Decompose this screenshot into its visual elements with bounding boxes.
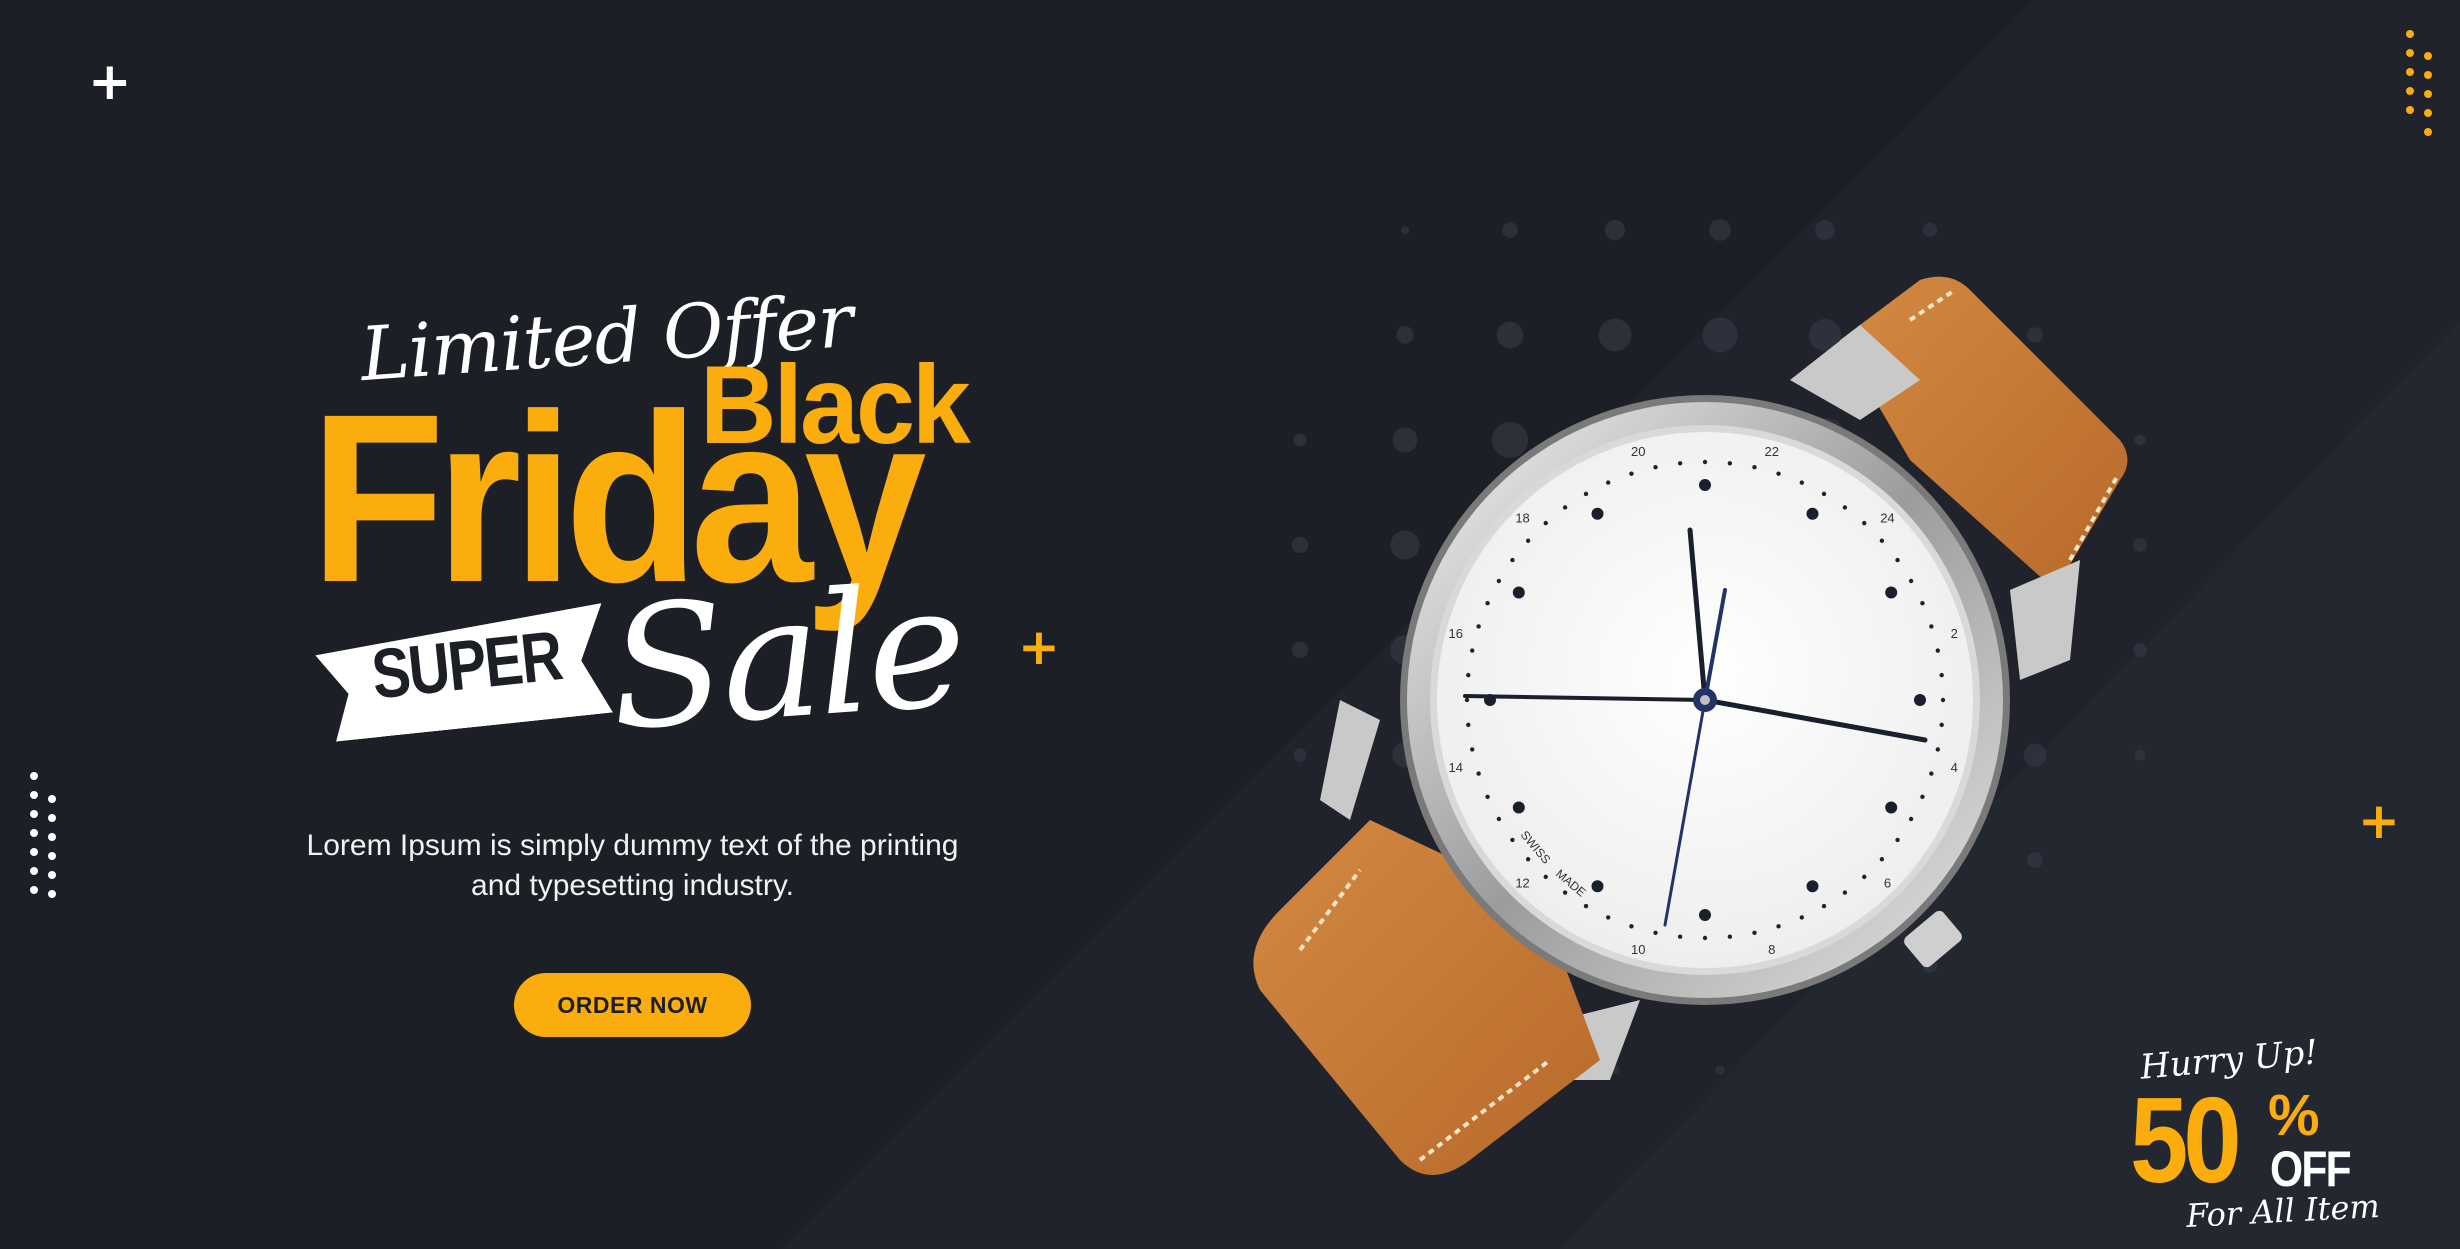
dial-numeral: 20 (1631, 444, 1645, 459)
plus-icon: + (88, 52, 132, 112)
dotted-line-decoration (30, 772, 38, 905)
description-text: Lorem Ipsum is simply dummy text of the … (306, 829, 959, 902)
dial-numeral: 4 (1951, 760, 1958, 775)
discount-value: 50 (2130, 1072, 2242, 1208)
dotted-line-decoration (2406, 30, 2414, 125)
dial-numeral: 24 (1880, 511, 1894, 526)
dial-numeral: 16 (1449, 626, 1463, 641)
order-now-button[interactable]: ORDER NOW (514, 973, 751, 1037)
percent-sign: % (2268, 1083, 2320, 1148)
plus-icon: + (1018, 618, 1060, 676)
dial-numeral: 2 (1951, 626, 1958, 641)
dial-numeral: 18 (1515, 511, 1529, 526)
dial-numeral: 14 (1449, 760, 1463, 775)
dial-numeral: 6 (1884, 875, 1891, 890)
dotted-line-decoration (2424, 52, 2432, 147)
sale-text: Sale (603, 547, 969, 769)
watch-image: 20 222424681012141618 SWISS MADE (1253, 276, 2128, 1175)
promo-banner: + + + Limited Offer Black Friday SUPER S… (0, 0, 2460, 1249)
dial-numeral: 10 (1631, 942, 1645, 957)
dial-numeral: 22 (1765, 444, 1779, 459)
dial-numeral: 8 (1768, 942, 1775, 957)
plus-icon: + (2358, 792, 2400, 850)
dial-numeral: 12 (1515, 875, 1529, 890)
dotted-line-decoration (48, 795, 56, 909)
